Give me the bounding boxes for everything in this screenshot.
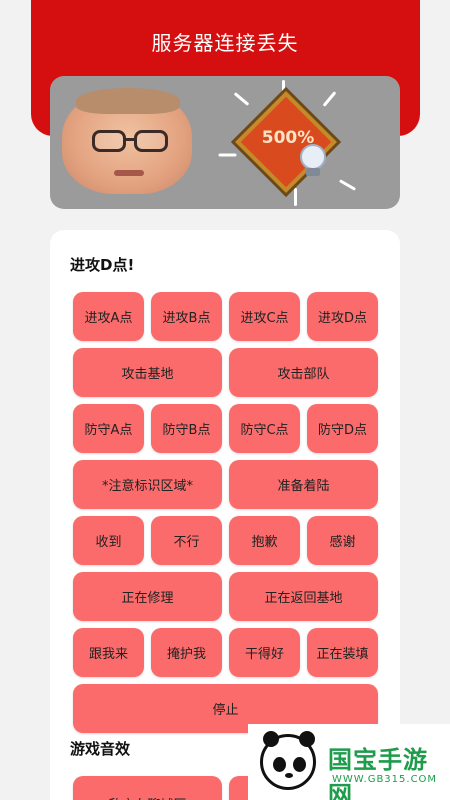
site-watermark: 国宝手游网 WWW.GB315.COM — [248, 724, 450, 800]
voice-button[interactable]: 攻击基地 — [73, 348, 222, 397]
watermark-text: 国宝手游网 — [328, 746, 428, 800]
panda-logo-icon — [260, 731, 316, 790]
voice-button[interactable]: 感谢 — [307, 516, 378, 565]
voice-button[interactable]: 不行 — [151, 516, 222, 565]
voice-button[interactable]: 正在返回基地 — [229, 572, 378, 621]
voice-button[interactable]: 准备着陆 — [229, 460, 378, 509]
lightbulb-icon — [300, 144, 326, 170]
voice-button[interactable]: 收到 — [73, 516, 144, 565]
voice-button[interactable]: 正在修理 — [73, 572, 222, 621]
watermark-url: WWW.GB315.COM — [332, 774, 438, 785]
voice-button[interactable]: 防守B点 — [151, 404, 222, 453]
voice-button[interactable]: *注意标识区域* — [73, 460, 222, 509]
voice-button[interactable]: 防守A点 — [73, 404, 144, 453]
voice-button[interactable]: 干得好 — [229, 628, 300, 677]
voice-button[interactable]: 掩护我 — [151, 628, 222, 677]
voice-button[interactable]: 进攻B点 — [151, 292, 222, 341]
voice-button[interactable]: 正在装填 — [307, 628, 378, 677]
face-image — [62, 88, 192, 194]
section-title-sound: 游戏音效 — [70, 740, 131, 758]
voice-button[interactable]: 进攻C点 — [229, 292, 300, 341]
voice-button[interactable]: 进攻D点 — [307, 292, 378, 341]
voice-button[interactable]: 跟我来 — [73, 628, 144, 677]
section-title-voice: 进攻D点! — [70, 256, 135, 274]
page-title: 服务器连接丢失 — [151, 31, 299, 55]
sound-button[interactable]: 敌方在聊城区 — [73, 776, 222, 800]
voice-button[interactable]: 进攻A点 — [73, 292, 144, 341]
voice-button[interactable]: 抱歉 — [229, 516, 300, 565]
voice-button[interactable]: 防守D点 — [307, 404, 378, 453]
promo-banner[interactable]: 500% — [50, 76, 400, 209]
voice-button[interactable]: 防守C点 — [229, 404, 300, 453]
voice-button[interactable]: 攻击部队 — [229, 348, 378, 397]
